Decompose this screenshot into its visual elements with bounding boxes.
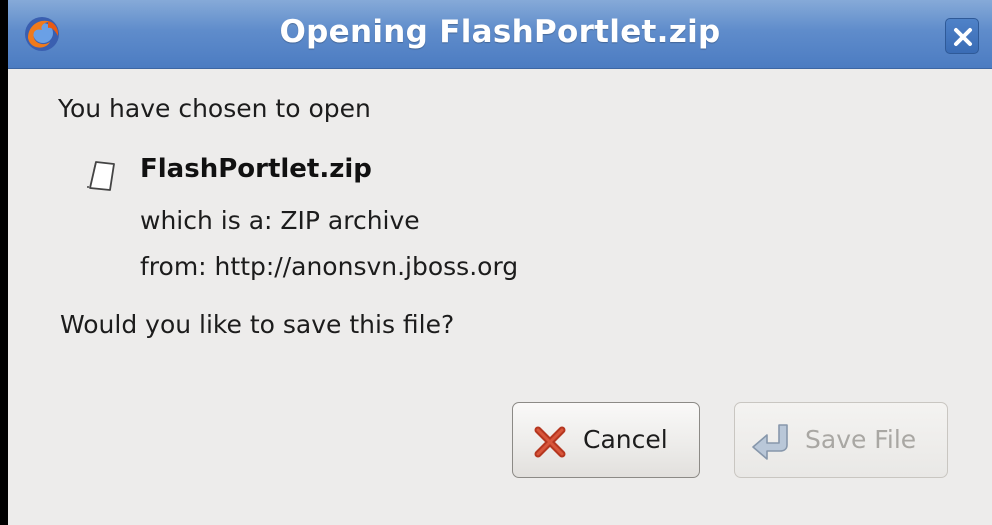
file-type-text: which is a: ZIP archive (140, 206, 420, 235)
download-dialog-window: Opening FlashPortlet.zip You have chosen… (8, 0, 992, 525)
document-icon (87, 161, 115, 191)
file-source-text: from: http://anonsvn.jboss.org (140, 252, 519, 281)
file-name: FlashPortlet.zip (140, 154, 372, 184)
intro-text: You have chosen to open (58, 94, 371, 123)
close-button[interactable] (945, 18, 979, 54)
dialog-content: You have chosen to open FlashPortlet.zip… (8, 68, 992, 525)
save-question-text: Would you like to save this file? (60, 310, 455, 339)
cancel-button[interactable]: Cancel (512, 402, 700, 478)
window-title: Opening FlashPortlet.zip (279, 14, 721, 50)
title-bar[interactable]: Opening FlashPortlet.zip (8, 0, 992, 69)
x-icon (534, 426, 566, 458)
save-arrow-icon (752, 424, 788, 460)
cancel-label: Cancel (583, 425, 668, 454)
save-file-label: Save File (805, 425, 917, 454)
save-file-button[interactable]: Save File (734, 402, 948, 478)
close-icon (954, 28, 972, 46)
